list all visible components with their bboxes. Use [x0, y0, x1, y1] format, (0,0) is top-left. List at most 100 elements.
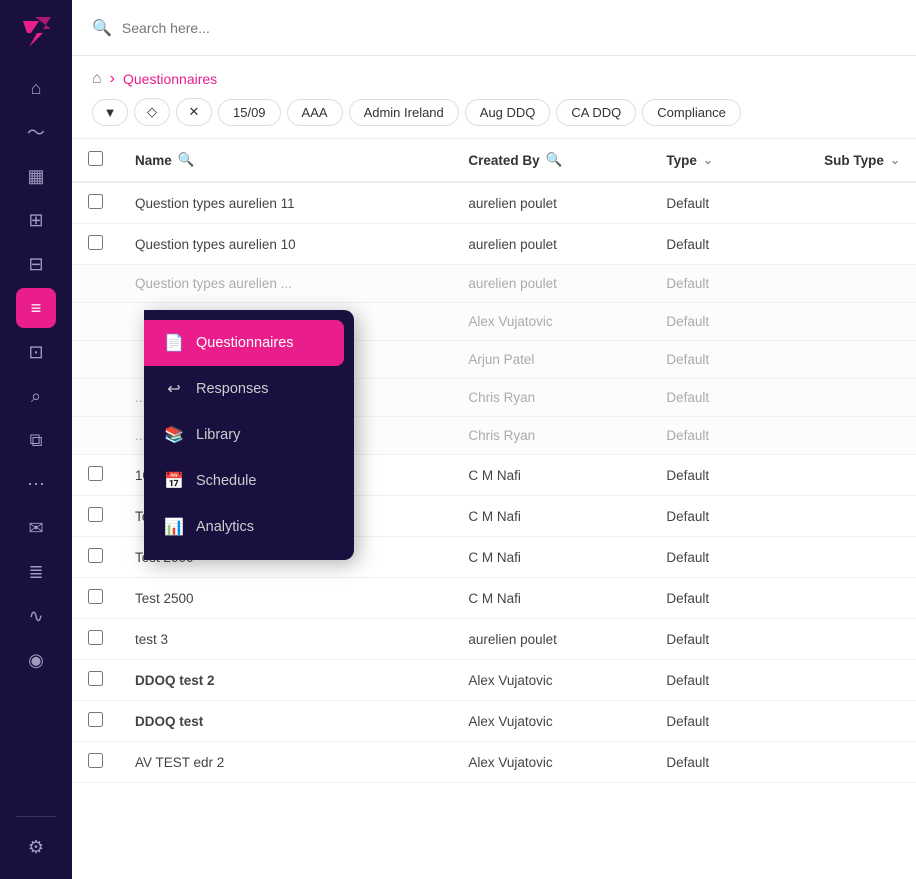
row-name-cell: DDOQ test [119, 701, 452, 742]
row-checkbox-cell[interactable] [72, 578, 119, 619]
sidebar: ⌂ 〜 ▦ ⊞ ⊟ ≡ ⊡ ⌕ ⧉ ⋯ ✉ ≣ ∿ ◉ ⚙ [0, 0, 72, 879]
tag-button[interactable]: ◇ [134, 98, 170, 126]
row-checkbox[interactable] [88, 589, 103, 604]
analytics-menu-item[interactable]: 📊 Analytics [144, 504, 354, 550]
row-checkbox[interactable] [88, 712, 103, 727]
row-type-cell: Default [650, 742, 808, 783]
breadcrumb-current: Questionnaires [123, 71, 217, 87]
aug-ddq-filter[interactable]: Aug DDQ [465, 99, 551, 126]
main-content: 🔍 ⌂ › Questionnaires ▼ ◇ ✕ 15/09 AAA Adm… [72, 0, 916, 879]
filter-bar: ▼ ◇ ✕ 15/09 AAA Admin Ireland Aug DDQ CA… [72, 98, 916, 138]
library-menu-item[interactable]: 📚 Library [144, 412, 354, 458]
mail-icon[interactable]: ✉ [16, 508, 56, 548]
row-checkbox-cell[interactable] [72, 182, 119, 224]
row-checkbox-cell[interactable] [72, 303, 119, 341]
row-type-cell: Default [650, 578, 808, 619]
row-checkbox-cell[interactable] [72, 417, 119, 455]
row-sub-type-cell [808, 224, 916, 265]
row-checkbox-cell[interactable] [72, 537, 119, 578]
created-by-search-icon[interactable]: 🔍 [546, 152, 563, 168]
questionnaires-menu-item[interactable]: 📄 Questionnaires [144, 320, 344, 366]
row-checkbox[interactable] [88, 753, 103, 768]
sub-type-header[interactable]: Sub Type ⌄ [808, 139, 916, 183]
type-header[interactable]: Type ⌄ [650, 139, 808, 183]
row-checkbox-cell[interactable] [72, 619, 119, 660]
row-checkbox-cell[interactable] [72, 496, 119, 537]
row-name-cell: Question types aurelien ... [119, 265, 452, 303]
sub-type-sort-icon[interactable]: ⌄ [890, 153, 900, 167]
row-name-cell: DDOQ test 2 [119, 660, 452, 701]
filter-icon: ▼ [104, 105, 117, 120]
network-icon[interactable]: ⋯ [16, 464, 56, 504]
row-checkbox[interactable] [88, 235, 103, 250]
admin-ireland-filter[interactable]: Admin Ireland [349, 99, 459, 126]
aaa-filter[interactable]: AAA [287, 99, 343, 126]
row-checkbox[interactable] [88, 630, 103, 645]
clear-button[interactable]: ✕ [176, 98, 212, 126]
sub-type-label: Sub Type [824, 153, 884, 168]
document-icon[interactable]: ≡ [16, 288, 56, 328]
table-row: DDOQ test 2 Alex Vujatovic Default [72, 660, 916, 701]
row-checkbox-cell[interactable] [72, 660, 119, 701]
search-nav-icon[interactable]: ⌕ [16, 376, 56, 416]
row-checkbox[interactable] [88, 194, 103, 209]
library-menu-item-label: Library [196, 427, 240, 443]
name-search-icon[interactable]: 🔍 [178, 152, 195, 168]
row-checkbox-cell[interactable] [72, 742, 119, 783]
home-breadcrumb[interactable]: ⌂ [92, 70, 102, 88]
activity-icon[interactable]: 〜 [16, 112, 56, 152]
row-checkbox-cell[interactable] [72, 701, 119, 742]
row-created-by-cell: aurelien poulet [452, 182, 650, 224]
row-sub-type-cell [808, 619, 916, 660]
date-filter[interactable]: 15/09 [218, 99, 281, 126]
type-sort-icon[interactable]: ⌄ [703, 153, 713, 167]
table-row: Question types aurelien 11 aurelien poul… [72, 182, 916, 224]
settings-icon[interactable]: ⚙ [16, 827, 56, 867]
row-checkbox[interactable] [88, 507, 103, 522]
list-icon[interactable]: ≣ [16, 552, 56, 592]
search-input[interactable] [122, 20, 896, 36]
questionnaires-menu-item-icon: 📄 [164, 333, 184, 353]
home-icon[interactable]: ⌂ [16, 68, 56, 108]
analytics-nav-icon[interactable]: ∿ [16, 596, 56, 636]
responses-menu-item[interactable]: ↩ Responses [144, 366, 354, 412]
name-header: Name 🔍 [119, 139, 452, 183]
row-checkbox-cell[interactable] [72, 265, 119, 303]
layers-icon[interactable]: ⊟ [16, 244, 56, 284]
row-checkbox-cell[interactable] [72, 341, 119, 379]
table-row: AV TEST edr 2 Alex Vujatovic Default [72, 742, 916, 783]
tag-icon: ◇ [147, 104, 157, 120]
row-created-by-cell: aurelien poulet [452, 619, 650, 660]
row-type-cell: Default [650, 660, 808, 701]
ca-ddq-filter[interactable]: CA DDQ [556, 99, 636, 126]
row-sub-type-cell [808, 417, 916, 455]
filter-button[interactable]: ▼ [92, 99, 128, 126]
compliance-filter[interactable]: Compliance [642, 99, 741, 126]
briefcase-icon[interactable]: ⊞ [16, 200, 56, 240]
select-all-checkbox[interactable] [88, 151, 103, 166]
row-name-cell: Question types aurelien 11 [119, 182, 452, 224]
type-label: Type [666, 153, 697, 168]
row-checkbox-cell[interactable] [72, 455, 119, 496]
database-icon[interactable]: ◉ [16, 640, 56, 680]
row-checkbox[interactable] [88, 548, 103, 563]
schedule-menu-item-icon: 📅 [164, 471, 184, 491]
name-label: Name [135, 153, 172, 168]
checkbox-header[interactable] [72, 139, 119, 183]
row-sub-type-cell [808, 496, 916, 537]
row-checkbox-cell[interactable] [72, 379, 119, 417]
clear-icon: ✕ [189, 104, 200, 120]
clipboard-icon[interactable]: ⊡ [16, 332, 56, 372]
row-checkbox-cell[interactable] [72, 224, 119, 265]
logo [16, 12, 56, 52]
copy-icon[interactable]: ⧉ [16, 420, 56, 460]
search-icon: 🔍 [92, 18, 112, 38]
library-menu-item-icon: 📚 [164, 425, 184, 445]
schedule-menu-item[interactable]: 📅 Schedule [144, 458, 354, 504]
row-sub-type-cell [808, 265, 916, 303]
chart-bar-icon[interactable]: ▦ [16, 156, 56, 196]
row-created-by-cell: Alex Vujatovic [452, 742, 650, 783]
row-checkbox[interactable] [88, 466, 103, 481]
responses-menu-item-icon: ↩ [164, 379, 184, 399]
row-checkbox[interactable] [88, 671, 103, 686]
